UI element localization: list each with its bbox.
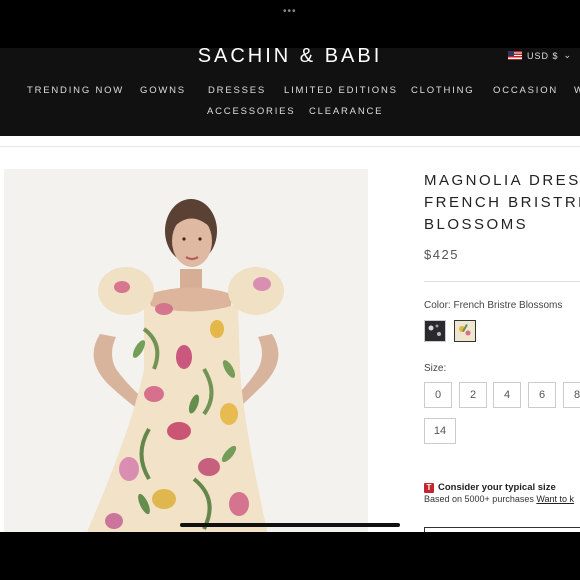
swatch-french-bristre-pattern xyxy=(455,321,475,341)
model-dress-illustration xyxy=(4,169,368,532)
size-label: Size: xyxy=(424,363,447,374)
currency-selector[interactable]: USD $ ⌄ xyxy=(508,50,572,61)
color-value: French Bristre Blossoms xyxy=(453,300,563,311)
site-header: SACHIN & BABI USD $ ⌄ TRENDING NOW GOWNS… xyxy=(0,45,580,136)
status-bar: ••• xyxy=(0,0,580,48)
brand-logo[interactable]: SACHIN & BABI xyxy=(0,45,580,68)
fit-advice-basis: Based on 5000+ purchases xyxy=(424,494,534,504)
fit-advice: T Consider your typical size xyxy=(424,482,556,493)
swatch-black-floral-pattern xyxy=(425,321,445,341)
swatch-french-bristre-blossoms[interactable] xyxy=(454,320,476,342)
size-option-2[interactable]: 2 xyxy=(459,382,487,408)
nav-dresses[interactable]: DRESSES xyxy=(208,85,266,96)
fit-advisor-icon: T xyxy=(424,482,434,493)
swatch-black-floral[interactable] xyxy=(424,320,446,342)
product-title-line: MAGNOLIA DRESS xyxy=(424,172,580,189)
main-nav-row-2: ACCESSORIES CLEARANCE xyxy=(0,106,580,120)
product-image[interactable] xyxy=(4,169,368,532)
size-option-4[interactable]: 4 xyxy=(493,382,521,408)
nav-occasion[interactable]: OCCASION xyxy=(493,85,558,96)
size-option-0[interactable]: 0 xyxy=(424,382,452,408)
size-option-6[interactable]: 6 xyxy=(528,382,556,408)
product-price: $425 xyxy=(424,247,459,262)
size-option-14[interactable]: 14 xyxy=(424,418,456,444)
us-flag-icon xyxy=(508,51,522,60)
home-indicator[interactable] xyxy=(180,523,400,527)
fit-advice-title: Consider your typical size xyxy=(438,482,556,493)
nav-clearance[interactable]: CLEARANCE xyxy=(309,106,383,117)
multitask-dots-icon[interactable]: ••• xyxy=(283,6,297,17)
nav-accessories[interactable]: ACCESSORIES xyxy=(207,106,295,117)
fit-advice-subtext: Based on 5000+ purchases Want to k xyxy=(424,494,574,504)
fit-advice-link[interactable]: Want to k xyxy=(536,494,574,504)
nav-limited-editions[interactable]: LIMITED EDITIONS xyxy=(284,85,398,96)
currency-label: USD $ xyxy=(527,50,559,61)
nav-gowns[interactable]: GOWNS xyxy=(140,85,186,96)
product-title: MAGNOLIA DRESS FRENCH BRISTRE BLOSSOMS xyxy=(424,170,580,236)
color-label-text: Color: xyxy=(424,300,451,311)
size-option-8[interactable]: 8 xyxy=(563,382,580,408)
header-divider xyxy=(0,146,580,147)
color-label: Color: French Bristre Blossoms xyxy=(424,300,562,311)
product-title-line: BLOSSOMS xyxy=(424,216,529,233)
product-title-line: FRENCH BRISTRE xyxy=(424,194,580,211)
product-page: MAGNOLIA DRESS FRENCH BRISTRE BLOSSOMS $… xyxy=(0,136,580,532)
nav-trending-now[interactable]: TRENDING NOW xyxy=(27,85,124,96)
price-divider xyxy=(424,281,580,282)
bottom-bar xyxy=(0,532,580,580)
chevron-down-icon: ⌄ xyxy=(563,50,573,60)
nav-clothing[interactable]: CLOTHING xyxy=(411,85,475,96)
main-nav-row-1: TRENDING NOW GOWNS DRESSES LIMITED EDITI… xyxy=(0,85,580,99)
nav-truncated-item[interactable]: W xyxy=(574,85,580,96)
